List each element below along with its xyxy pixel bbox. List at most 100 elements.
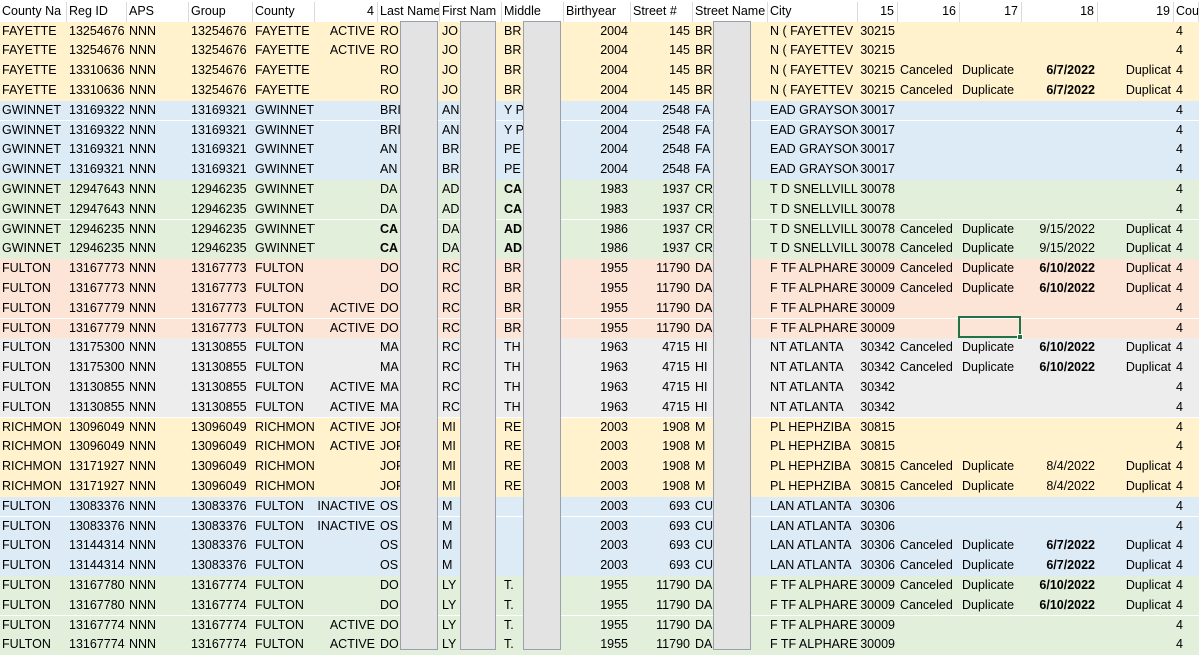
cell-city[interactable]: T D SNELLVILL [768, 220, 858, 240]
cell-cancel-status[interactable] [898, 418, 960, 438]
cell-birthyear[interactable]: 2003 [564, 556, 631, 576]
cell-county[interactable]: FULTON [253, 616, 315, 636]
cell-zip[interactable]: 30815 [858, 457, 898, 477]
cell-city[interactable]: LAN ATLANTA [768, 517, 858, 537]
cell-cancel-reason[interactable] [960, 101, 1022, 121]
cell-zip[interactable]: 30215 [858, 41, 898, 61]
cell-status[interactable] [315, 121, 378, 141]
cell-zip[interactable]: 30009 [858, 576, 898, 596]
cell-cancel-status[interactable] [898, 616, 960, 636]
cell-count[interactable]: 4 [1174, 220, 1199, 240]
cell-birthyear[interactable]: 1983 [564, 200, 631, 220]
cell-city[interactable]: NT ATLANTA [768, 398, 858, 418]
cell-cancel-note[interactable] [1098, 200, 1174, 220]
cell-zip[interactable]: 30342 [858, 378, 898, 398]
cell-street-number[interactable]: 11790 [631, 616, 693, 636]
cell-zip[interactable]: 30009 [858, 616, 898, 636]
cell-cancel-status[interactable] [898, 437, 960, 457]
cell-cancel-reason[interactable] [960, 517, 1022, 537]
cell-cancel-date[interactable] [1022, 378, 1098, 398]
cell-county[interactable]: FULTON [253, 378, 315, 398]
cell-birthyear[interactable]: 2004 [564, 140, 631, 160]
cell-aps[interactable]: NNN [127, 596, 189, 616]
cell-zip[interactable]: 30306 [858, 517, 898, 537]
cell-county[interactable]: FULTON [253, 259, 315, 279]
cell-count[interactable]: 4 [1174, 259, 1199, 279]
cell-aps[interactable]: NNN [127, 378, 189, 398]
cell-birthyear[interactable]: 2004 [564, 101, 631, 121]
cell-cancel-note[interactable] [1098, 418, 1174, 438]
cell-aps[interactable]: NNN [127, 319, 189, 339]
cell-count[interactable]: 4 [1174, 517, 1199, 537]
cell-cancel-status[interactable]: Canceled [898, 338, 960, 358]
cell-zip[interactable]: 30815 [858, 437, 898, 457]
cell-county-name[interactable]: FULTON [0, 299, 67, 319]
cell-reg-id[interactable]: 13254676 [67, 22, 127, 42]
cell-street-number[interactable]: 11790 [631, 279, 693, 299]
cell-cancel-reason[interactable] [960, 398, 1022, 418]
cell-count[interactable]: 4 [1174, 22, 1199, 42]
cell-aps[interactable]: NNN [127, 457, 189, 477]
cell-reg-id[interactable]: 13144314 [67, 536, 127, 556]
header-cell-15[interactable]: 15 [858, 2, 898, 22]
cell-zip[interactable]: 30009 [858, 259, 898, 279]
cell-reg-id[interactable]: 13167773 [67, 279, 127, 299]
cell-reg-id[interactable]: 13167773 [67, 259, 127, 279]
cell-reg-id[interactable]: 13167780 [67, 576, 127, 596]
cell-status[interactable]: ACTIVE [315, 616, 378, 636]
cell-county-name[interactable]: FAYETTE [0, 81, 67, 101]
cell-city[interactable]: T D SNELLVILL [768, 200, 858, 220]
cell-county[interactable]: FULTON [253, 398, 315, 418]
cell-city[interactable]: F TF ALPHARET [768, 616, 858, 636]
cell-cancel-reason[interactable] [960, 497, 1022, 517]
cell-county-name[interactable]: GWINNET [0, 220, 67, 240]
cell-city[interactable]: T D SNELLVILL [768, 180, 858, 200]
cell-cancel-note[interactable] [1098, 635, 1174, 655]
header-cell-city[interactable]: City [768, 2, 858, 22]
cell-cancel-note[interactable] [1098, 398, 1174, 418]
cell-count[interactable]: 4 [1174, 180, 1199, 200]
cell-status[interactable] [315, 358, 378, 378]
cell-reg-id[interactable]: 13130855 [67, 398, 127, 418]
cell-count[interactable]: 4 [1174, 596, 1199, 616]
cell-cancel-date[interactable]: 8/4/2022 [1022, 457, 1098, 477]
cell-reg-id[interactable]: 13169321 [67, 160, 127, 180]
cell-cancel-note[interactable] [1098, 121, 1174, 141]
cell-group[interactable]: 13254676 [189, 81, 253, 101]
cell-city[interactable]: LAN ATLANTA [768, 556, 858, 576]
cell-birthyear[interactable]: 1955 [564, 299, 631, 319]
cell-county[interactable]: FULTON [253, 358, 315, 378]
cell-birthyear[interactable]: 2004 [564, 41, 631, 61]
cell-city[interactable]: F TF ALPHARET [768, 299, 858, 319]
cell-city[interactable]: F TF ALPHARET [768, 279, 858, 299]
cell-aps[interactable]: NNN [127, 160, 189, 180]
cell-cancel-date[interactable]: 6/7/2022 [1022, 81, 1098, 101]
cell-group[interactable]: 13130855 [189, 338, 253, 358]
cell-status[interactable]: ACTIVE [315, 437, 378, 457]
cell-county-name[interactable]: FULTON [0, 517, 67, 537]
cell-city[interactable]: NT ATLANTA [768, 358, 858, 378]
cell-cancel-status[interactable] [898, 635, 960, 655]
cell-cancel-reason[interactable]: Duplicate [960, 477, 1022, 497]
cell-aps[interactable]: NNN [127, 576, 189, 596]
cell-group[interactable]: 13083376 [189, 556, 253, 576]
cell-count[interactable]: 4 [1174, 121, 1199, 141]
cell-reg-id[interactable]: 13167774 [67, 616, 127, 636]
cell-city[interactable]: F TF ALPHARET [768, 596, 858, 616]
cell-count[interactable]: 4 [1174, 41, 1199, 61]
cell-reg-id[interactable]: 13254676 [67, 41, 127, 61]
cell-status[interactable] [315, 279, 378, 299]
cell-status[interactable] [315, 101, 378, 121]
cell-count[interactable]: 4 [1174, 299, 1199, 319]
cell-county[interactable]: RICHMON [253, 418, 315, 438]
cell-reg-id[interactable]: 13167780 [67, 596, 127, 616]
cell-birthyear[interactable]: 1983 [564, 180, 631, 200]
cell-aps[interactable]: NNN [127, 259, 189, 279]
cell-zip[interactable]: 30009 [858, 319, 898, 339]
cell-county-name[interactable]: FULTON [0, 576, 67, 596]
cell-aps[interactable]: NNN [127, 536, 189, 556]
cell-group[interactable]: 13167774 [189, 576, 253, 596]
cell-cancel-date[interactable] [1022, 437, 1098, 457]
cell-zip[interactable]: 30009 [858, 635, 898, 655]
cell-count[interactable]: 4 [1174, 536, 1199, 556]
